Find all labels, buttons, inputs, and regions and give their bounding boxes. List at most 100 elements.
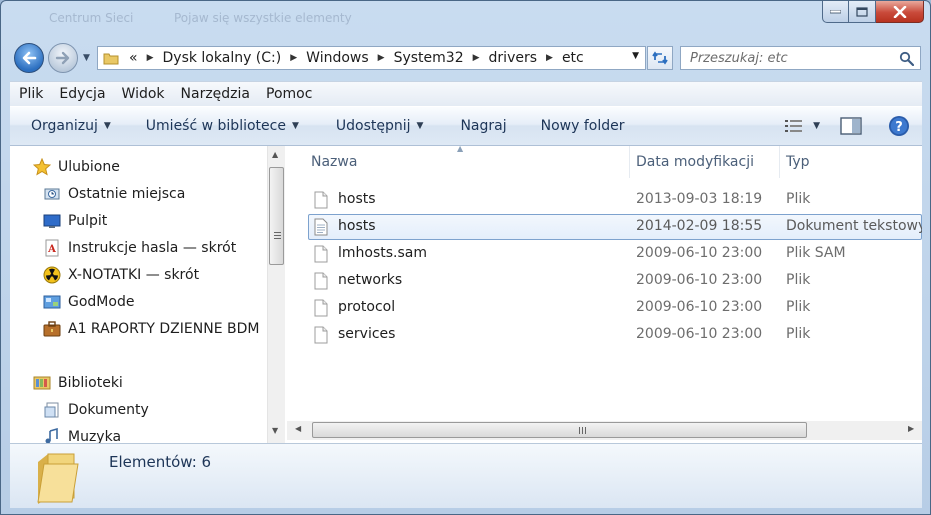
address-bar[interactable]: « ▶ Dysk lokalny (C:) ▶ Windows ▶ System…: [97, 46, 646, 70]
file-row[interactable]: services 2009-06-10 23:00 Plik: [287, 321, 922, 348]
file-row-selected[interactable]: hosts 2014-02-09 18:55 Dokument tekstowy: [287, 213, 922, 240]
nav-item-recent-places[interactable]: Ostatnie miejsca: [43, 182, 185, 206]
address-history-dropdown[interactable]: ▼: [632, 51, 639, 61]
forward-button[interactable]: [48, 43, 78, 73]
scroll-down-arrow-icon[interactable]: ▼: [272, 426, 278, 435]
music-icon: [43, 428, 61, 443]
nav-item-music[interactable]: Muzyka: [43, 425, 121, 443]
documents-icon: [43, 401, 61, 419]
nav-libraries[interactable]: Biblioteki: [33, 371, 123, 395]
nav-item-a1-raporty[interactable]: A1 RAPORTY DZIENNE BDM: [43, 317, 259, 341]
navigation-scrollbar[interactable]: ▲ ▼: [267, 146, 285, 443]
menu-tools[interactable]: Narzędzia: [181, 86, 250, 102]
burn-button[interactable]: Nagraj: [450, 118, 518, 134]
breadcrumb-drive[interactable]: Dysk lokalny (C:): [159, 50, 286, 66]
include-library-label: Umieść w bibliotece: [145, 118, 286, 134]
help-icon[interactable]: ?: [888, 115, 910, 137]
address-overflow[interactable]: «: [125, 50, 142, 66]
menu-view[interactable]: Widok: [122, 86, 165, 102]
column-header-name[interactable]: Nazwa ▲: [287, 146, 630, 178]
column-header-date[interactable]: Data modyfikacji: [630, 146, 780, 178]
refresh-button[interactable]: [647, 46, 673, 70]
back-button[interactable]: [14, 43, 44, 73]
control-panel-icon: [43, 293, 61, 311]
scroll-up-arrow-icon[interactable]: ▲: [272, 150, 278, 159]
file-type: Plik: [786, 326, 811, 342]
file-type: Plik: [786, 272, 811, 288]
close-button[interactable]: [876, 1, 924, 23]
scroll-left-arrow-icon[interactable]: ◀: [295, 424, 301, 433]
chevron-right-icon[interactable]: ▶: [373, 53, 390, 63]
search-box[interactable]: [680, 46, 921, 70]
nav-item-documents[interactable]: Dokumenty: [43, 398, 149, 422]
recent-pages-dropdown[interactable]: ▼: [83, 53, 90, 63]
scroll-right-arrow-icon[interactable]: ▶: [908, 424, 914, 433]
view-dropdown[interactable]: ▼: [813, 121, 820, 131]
file-row[interactable]: hosts 2013-09-03 18:19 Plik: [287, 186, 922, 213]
column-header-type[interactable]: Typ: [780, 146, 922, 178]
nav-item-instrukcje[interactable]: A Instrukcje hasla — skrót: [43, 236, 236, 260]
grip-icon: [274, 232, 281, 239]
folder-icon: [37, 453, 79, 504]
file-row[interactable]: lmhosts.sam 2009-06-10 23:00 Plik SAM: [287, 240, 922, 267]
nav-item-label: Pulpit: [68, 213, 108, 229]
scrollbar-thumb[interactable]: [269, 167, 284, 265]
briefcase-icon: [43, 320, 61, 338]
menu-file[interactable]: Plik: [19, 86, 43, 102]
file-row[interactable]: networks 2009-06-10 23:00 Plik: [287, 267, 922, 294]
file-date: 2009-06-10 23:00: [636, 272, 763, 288]
menu-edit[interactable]: Edycja: [59, 86, 105, 102]
refresh-icon: [652, 51, 668, 65]
maximize-button[interactable]: [849, 1, 876, 23]
file-row[interactable]: protocol 2009-06-10 23:00 Plik: [287, 294, 922, 321]
share-button[interactable]: Udostępnij ▼: [326, 118, 436, 134]
nav-item-godmode[interactable]: GodMode: [43, 290, 134, 314]
breadcrumb-drivers[interactable]: drivers: [485, 50, 541, 66]
svg-text:?: ?: [895, 120, 903, 135]
file-date: 2013-09-03 18:19: [636, 191, 763, 207]
sort-ascending-icon: ▲: [457, 146, 464, 153]
folder-icon: [103, 53, 119, 65]
nav-item-label: Ostatnie miejsca: [68, 186, 186, 202]
file-icon: [314, 299, 328, 317]
include-in-library-button[interactable]: Umieść w bibliotece ▼: [136, 118, 311, 134]
search-icon[interactable]: [899, 51, 914, 66]
file-date: 2014-02-09 18:55: [636, 218, 763, 234]
file-icon: [314, 245, 328, 263]
nav-item-x-notatki[interactable]: X-NOTATKI — skrót: [43, 263, 199, 287]
chevron-right-icon[interactable]: ▶: [468, 53, 485, 63]
chevron-down-icon: ▼: [291, 121, 299, 131]
file-icon: [314, 272, 328, 290]
scrollbar-thumb[interactable]: [312, 422, 807, 438]
file-name: hosts: [338, 218, 376, 234]
view-options-icon[interactable]: [784, 118, 804, 134]
file-icon: [314, 326, 328, 344]
breadcrumb-windows[interactable]: Windows: [302, 50, 373, 66]
breadcrumb-system32[interactable]: System32: [390, 50, 468, 66]
arrow-right-icon: [55, 51, 70, 65]
search-input[interactable]: [690, 50, 890, 66]
text-file-icon: [314, 218, 328, 236]
nav-item-desktop[interactable]: Pulpit: [43, 209, 107, 233]
breadcrumb-etc[interactable]: etc: [558, 50, 588, 66]
minimize-button[interactable]: [822, 1, 849, 23]
chevron-down-icon: ▼: [416, 121, 424, 131]
menu-help[interactable]: Pomoc: [266, 86, 312, 102]
file-list-hscrollbar[interactable]: ◀ ▶: [287, 421, 922, 440]
preview-pane-icon[interactable]: [840, 117, 862, 135]
arrow-left-icon: [22, 51, 37, 65]
pdf-shortcut-icon: A: [43, 239, 61, 257]
navigation-pane: Ulubione Ostatnie miejsca Pulpit A Instr…: [10, 146, 267, 443]
explorer-window: Centrum Sieci Pojaw się wszystkie elemen…: [0, 0, 931, 515]
chevron-right-icon[interactable]: ▶: [142, 53, 159, 63]
new-folder-button[interactable]: Nowy folder: [531, 118, 637, 134]
organize-button[interactable]: Organizuj ▼: [21, 118, 123, 134]
file-name: hosts: [338, 191, 376, 207]
chevron-right-icon[interactable]: ▶: [541, 53, 558, 63]
nav-item-label: A1 RAPORTY DZIENNE BDM: [68, 321, 260, 337]
nav-favorites[interactable]: Ulubione: [33, 155, 120, 179]
libraries-icon: [33, 374, 51, 392]
title-bar[interactable]: Centrum Sieci Pojaw się wszystkie elemen…: [1, 1, 930, 37]
chevron-right-icon[interactable]: ▶: [285, 53, 302, 63]
organize-label: Organizuj: [31, 118, 98, 134]
